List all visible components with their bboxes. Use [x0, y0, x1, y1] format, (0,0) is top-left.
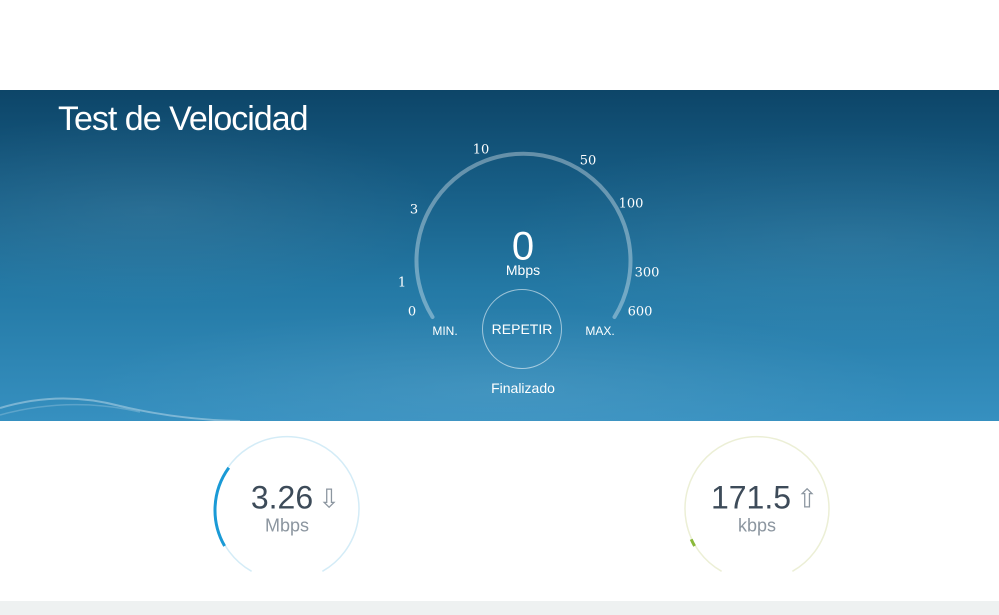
download-progress-arc: [213, 466, 231, 547]
upload-arrow-icon: ⇧: [796, 483, 818, 514]
download-speed-unit: Mbps: [264, 515, 310, 536]
upload-speed-value: 171.5: [710, 479, 792, 516]
footer-strip: [0, 601, 999, 615]
results-rings: [213, 435, 830, 572]
upload-progress-arc: [689, 538, 696, 547]
download-arrow-icon: ⇩: [318, 483, 340, 514]
download-speed-value: 3.26: [250, 479, 314, 516]
upload-speed-unit: kbps: [737, 515, 777, 536]
